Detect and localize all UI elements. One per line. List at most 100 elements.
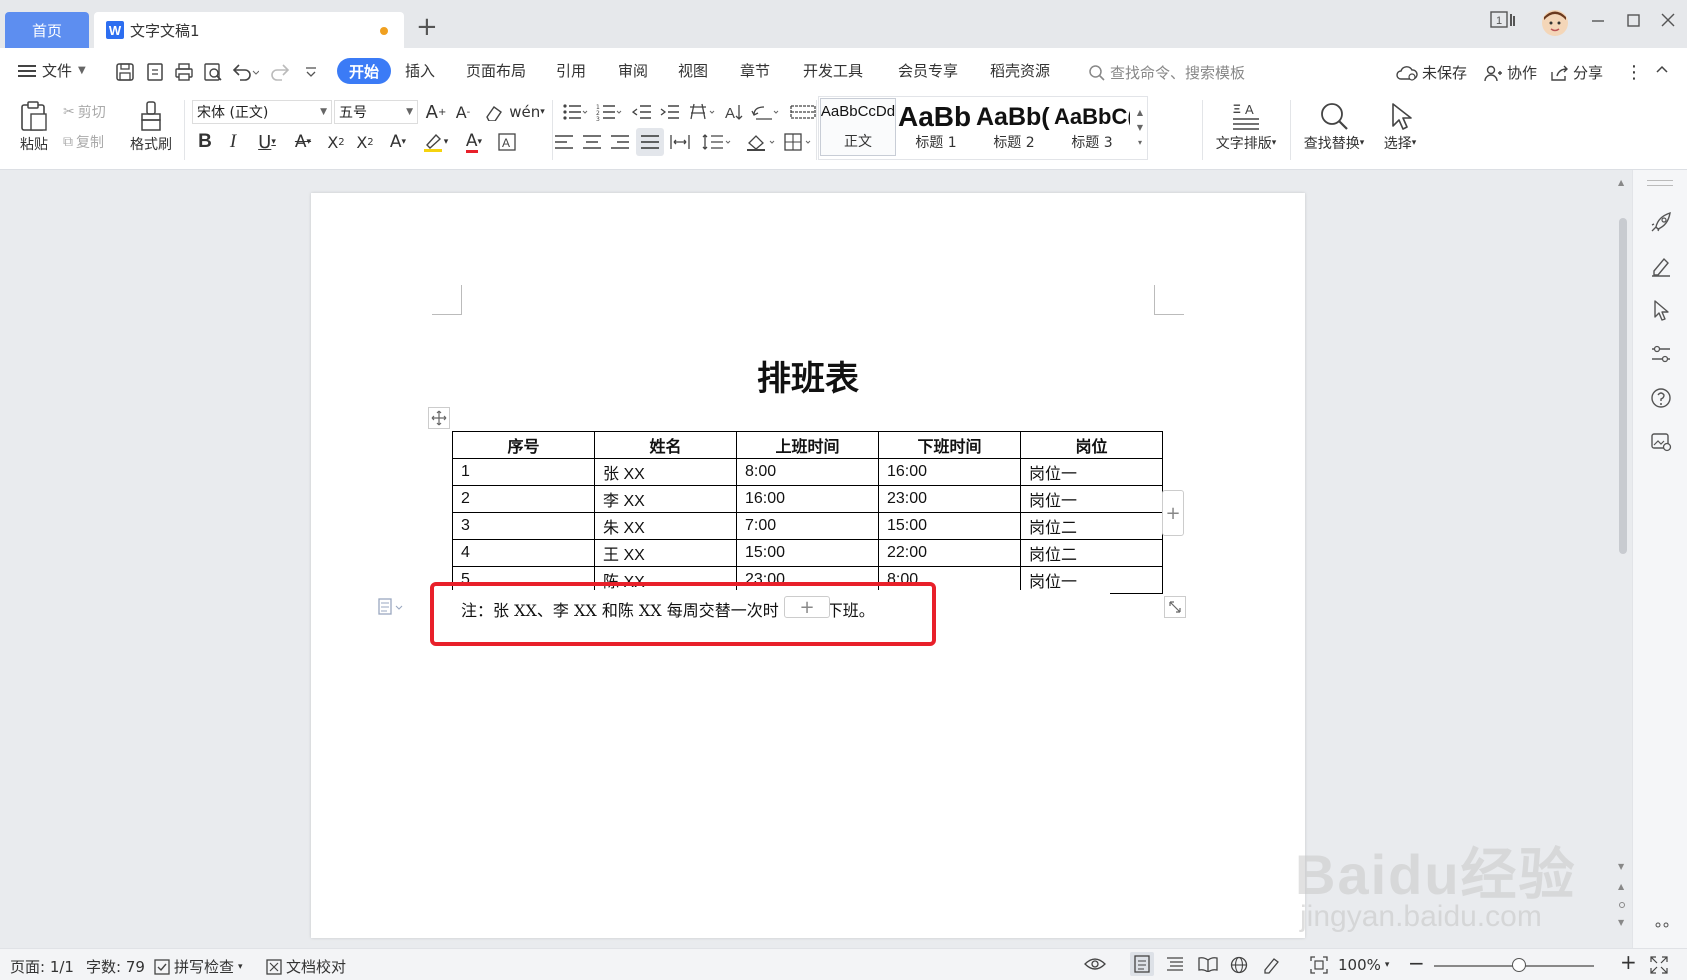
- table-cell[interactable]: 16:00: [736, 485, 879, 513]
- font-size-select[interactable]: 五号 ▼: [334, 100, 418, 124]
- header-name[interactable]: 姓名: [594, 431, 737, 459]
- scrollbar-thumb[interactable]: [1619, 218, 1627, 554]
- table-cell[interactable]: 22:00: [878, 539, 1021, 567]
- tab-references[interactable]: 引用: [556, 60, 586, 81]
- file-menu[interactable]: 文件 ▼: [18, 60, 86, 81]
- table-cell[interactable]: 7:00: [736, 512, 879, 540]
- font-name-select[interactable]: 宋体 (正文) ▼: [192, 100, 332, 124]
- grow-font-icon[interactable]: A +: [425, 100, 447, 124]
- bold-icon[interactable]: B: [194, 130, 216, 154]
- justify-icon[interactable]: [636, 128, 664, 156]
- vertical-scrollbar[interactable]: ▲ ▼ ▲ ▼: [1616, 176, 1630, 946]
- scroll-down-icon[interactable]: ▼: [1618, 862, 1624, 871]
- table-grid-icon[interactable]: [788, 100, 818, 124]
- table-cell[interactable]: 2: [452, 485, 595, 513]
- fit-page-icon[interactable]: [1310, 956, 1328, 974]
- numbered-list-icon[interactable]: 123: [594, 100, 624, 124]
- header-start-time[interactable]: 上班时间: [736, 431, 879, 459]
- table-cell[interactable]: 李 XX: [594, 485, 737, 513]
- style-normal[interactable]: AaBbCcDd 正文: [820, 98, 896, 156]
- distribute-icon[interactable]: [668, 130, 692, 154]
- shrink-font-icon[interactable]: A-: [452, 100, 474, 124]
- zoom-out-button[interactable]: −: [1408, 951, 1425, 975]
- zoom-select[interactable]: 100% ▾: [1338, 956, 1389, 974]
- redo-icon[interactable]: [266, 61, 296, 83]
- prev-page-icon[interactable]: ▲: [1618, 882, 1624, 891]
- help-icon[interactable]: [1649, 386, 1673, 410]
- tab-view[interactable]: 视图: [678, 60, 708, 81]
- select-button[interactable]: 选择 ▾: [1374, 98, 1426, 156]
- style-heading-1[interactable]: AaBb 标题 1: [898, 98, 974, 156]
- avatar[interactable]: [1540, 8, 1570, 38]
- document-title[interactable]: 排班表: [311, 351, 1305, 400]
- undo-icon[interactable]: [230, 61, 260, 83]
- table-cell[interactable]: 1: [452, 458, 595, 486]
- highlight-icon[interactable]: ▾: [418, 130, 452, 154]
- next-page-icon[interactable]: ▼: [1618, 918, 1624, 927]
- paste-button[interactable]: 粘贴: [14, 98, 54, 156]
- web-view-icon[interactable]: [1230, 956, 1248, 974]
- page-view-icon[interactable]: [1130, 952, 1154, 976]
- table-cell[interactable]: 岗位二: [1020, 512, 1163, 540]
- writing-mode-icon[interactable]: [1262, 956, 1282, 974]
- align-left-icon[interactable]: [552, 130, 576, 154]
- tab-insert[interactable]: 插入: [405, 60, 435, 81]
- style-heading-2[interactable]: AaBb( 标题 2: [976, 98, 1052, 156]
- tab-docer-resources[interactable]: 稻壳资源: [990, 60, 1050, 81]
- print-preview-icon[interactable]: [202, 61, 224, 83]
- align-center-icon[interactable]: [580, 130, 604, 154]
- sort-icon[interactable]: A: [722, 100, 744, 124]
- new-tab-button[interactable]: +: [416, 14, 438, 40]
- collapse-ribbon-icon[interactable]: [1655, 62, 1669, 76]
- zoom-slider-thumb[interactable]: [1512, 958, 1526, 972]
- table-cell[interactable]: 朱 XX: [594, 512, 737, 540]
- table-cell[interactable]: 23:00: [878, 485, 1021, 513]
- font-color-icon[interactable]: A ▾: [458, 130, 490, 154]
- table-cell[interactable]: 3: [452, 512, 595, 540]
- underline-icon[interactable]: U ▾: [250, 130, 284, 154]
- header-end-time[interactable]: 下班时间: [878, 431, 1021, 459]
- header-post[interactable]: 岗位: [1020, 431, 1163, 459]
- rocket-icon[interactable]: [1649, 210, 1673, 234]
- italic-icon[interactable]: I: [222, 130, 244, 154]
- table-cell[interactable]: 8:00: [736, 458, 879, 486]
- copy-button[interactable]: ⧉ 复制: [63, 131, 104, 153]
- tab-review[interactable]: 审阅: [618, 60, 648, 81]
- styles-scroll-icon[interactable]: ▲ ▼ ▾: [1134, 98, 1146, 156]
- decrease-indent-icon[interactable]: [630, 100, 654, 124]
- add-column-button[interactable]: +: [1162, 490, 1184, 536]
- increase-indent-icon[interactable]: [658, 100, 682, 124]
- proofread-button[interactable]: 文档校对: [266, 956, 346, 977]
- table-cell[interactable]: 15:00: [736, 539, 879, 567]
- eye-protection-icon[interactable]: [1084, 956, 1106, 972]
- reading-view-icon[interactable]: [1198, 956, 1218, 972]
- outline-view-icon[interactable]: [1166, 956, 1184, 972]
- line-spacing-icon[interactable]: [700, 130, 734, 154]
- export-pdf-icon[interactable]: [144, 61, 166, 83]
- format-painter-button[interactable]: 格式刷: [126, 98, 176, 156]
- more-dots-icon[interactable]: ∘∘: [1649, 912, 1673, 936]
- tab-developer[interactable]: 开发工具: [803, 60, 863, 81]
- scroll-up-icon[interactable]: ▲: [1618, 178, 1624, 187]
- share-button[interactable]: 分享: [1549, 62, 1603, 83]
- collaborate-button[interactable]: 协作: [1483, 62, 1537, 83]
- tab-chapter[interactable]: 章节: [740, 60, 770, 81]
- table-resize-icon[interactable]: [1164, 596, 1186, 618]
- close-icon[interactable]: [1660, 12, 1676, 28]
- phonetic-guide-icon[interactable]: wén ▾: [509, 100, 545, 124]
- image-settings-icon[interactable]: [1649, 430, 1673, 454]
- schedule-table[interactable]: 序号 姓名 上班时间 下班时间 岗位 1 张 XX 8:00 16:00 岗位一…: [452, 431, 1163, 594]
- table-cell[interactable]: 岗位一: [1020, 485, 1163, 513]
- borders-icon[interactable]: [782, 130, 816, 154]
- tab-member[interactable]: 会员专享: [898, 60, 958, 81]
- tab-page-layout[interactable]: 页面布局: [466, 60, 526, 81]
- fullscreen-icon[interactable]: [1650, 956, 1668, 974]
- cursor-icon[interactable]: [1649, 298, 1673, 322]
- command-search[interactable]: 查找命令、搜索模板: [1088, 62, 1245, 83]
- table-cell[interactable]: 15:00: [878, 512, 1021, 540]
- bullet-list-icon[interactable]: [560, 100, 590, 124]
- document-page[interactable]: 排班表 序号 姓名 上班时间 下班时间 岗位 1 张 XX 8:00 16:00…: [311, 193, 1305, 938]
- maximize-icon[interactable]: [1626, 12, 1642, 28]
- pen-icon[interactable]: [1649, 254, 1673, 278]
- table-cell[interactable]: 张 XX: [594, 458, 737, 486]
